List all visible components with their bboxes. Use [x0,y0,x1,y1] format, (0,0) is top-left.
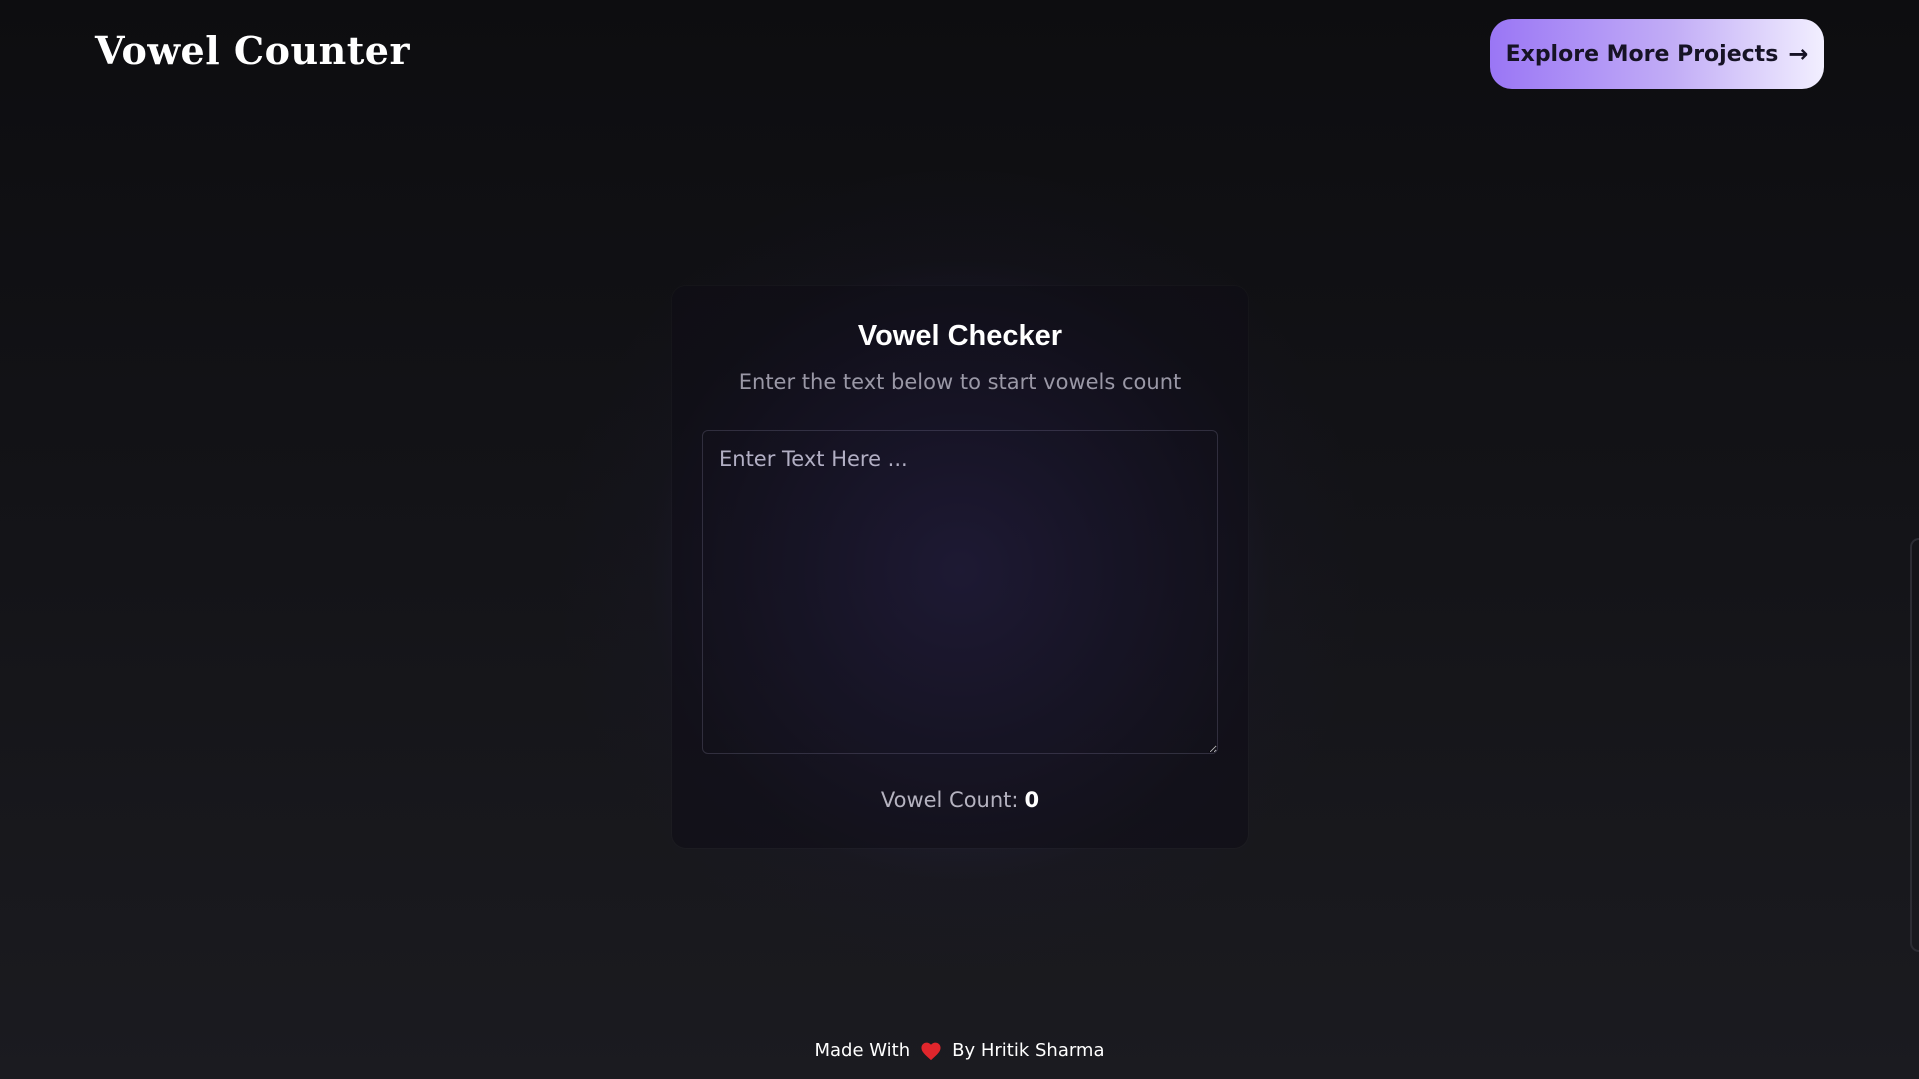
scrollbar-edge[interactable] [1910,538,1919,952]
card-title: Vowel Checker [857,320,1063,352]
heart-icon [921,1042,941,1060]
footer: Made With By Hritik Sharma [0,1040,1919,1061]
app-title: Vowel Counter [95,28,410,73]
explore-projects-label: Explore More Projects [1505,41,1779,67]
arrow-right-icon: → [1788,40,1809,68]
text-input[interactable] [702,430,1218,754]
card-subtitle: Enter the text below to start vowels cou… [738,370,1182,394]
footer-made-with: Made With [814,1040,911,1061]
page-header: Vowel Counter Explore More Projects → [0,0,1919,110]
vowel-count: Vowel Count: 0 [672,788,1248,812]
footer-author: By Hritik Sharma [952,1040,1105,1061]
vowel-count-label: Vowel Count: [880,788,1019,812]
vowel-checker-card: Vowel Checker Enter the text below to st… [672,286,1248,848]
explore-projects-button[interactable]: Explore More Projects → [1490,19,1824,89]
vowel-count-value: 0 [1024,788,1040,812]
